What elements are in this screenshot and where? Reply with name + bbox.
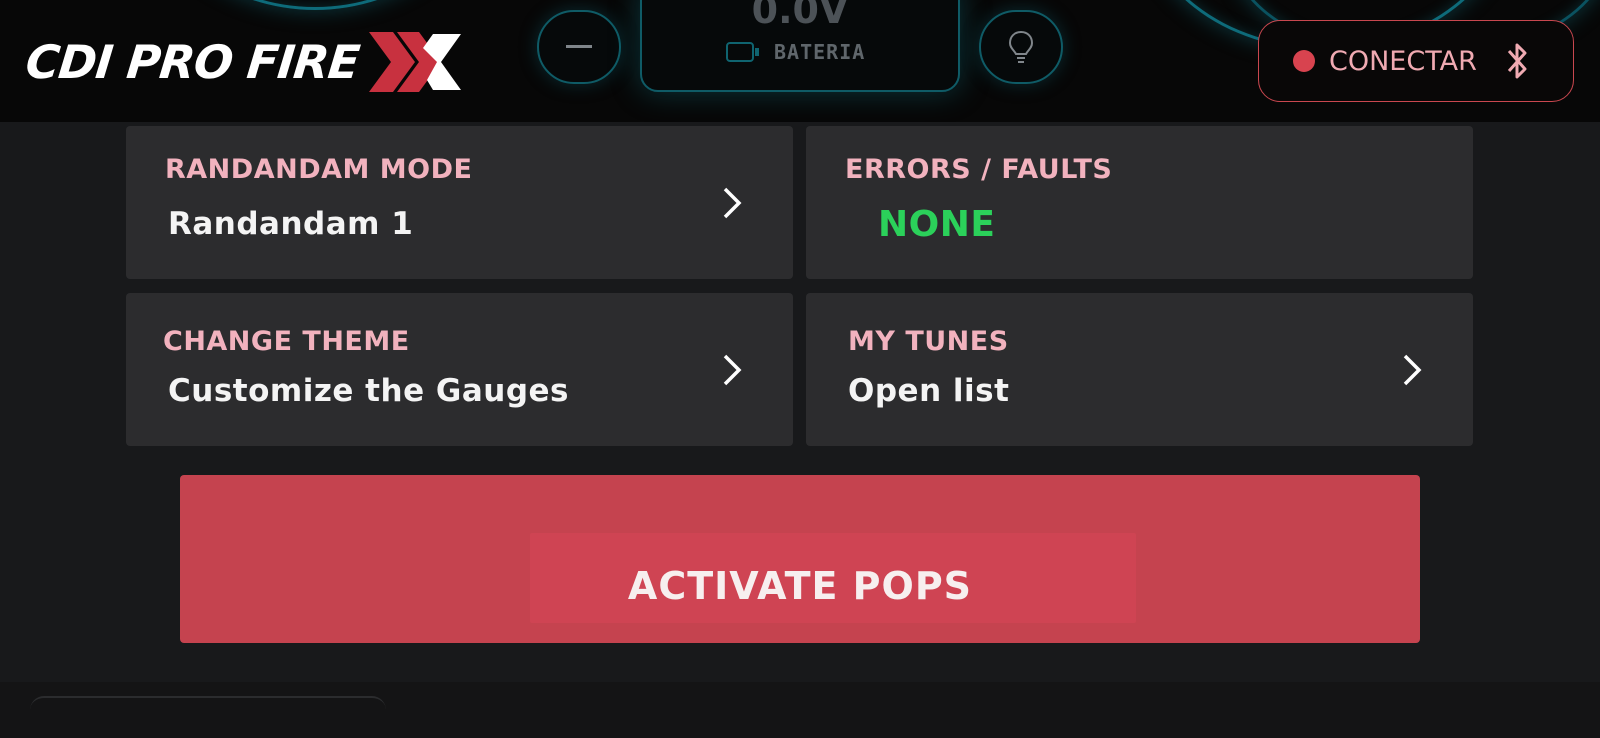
logo-text: CDI PRO FIRE — [23, 35, 362, 89]
change-theme-title: CHANGE THEME — [163, 326, 410, 357]
app-logo: CDI PRO FIRE — [23, 32, 463, 92]
my-tunes-card[interactable]: MY TUNES Open list — [806, 293, 1473, 446]
battery-label-row: BATERIA — [726, 40, 865, 64]
minus-icon — [566, 45, 592, 48]
logo-x-mark-icon — [368, 32, 461, 92]
chevron-right-icon — [1403, 354, 1422, 386]
randandam-mode-card[interactable]: RANDANDAM MODE Randandam 1 — [126, 126, 793, 279]
activate-pops-label: ACTIVATE POPS — [627, 564, 973, 608]
bottom-sheet-handle[interactable] — [30, 696, 386, 726]
top-header: CDI PRO FIRE 0.0V BATERIA CONECTAR — [0, 0, 1600, 122]
randandam-mode-title: RANDANDAM MODE — [165, 154, 473, 185]
bluetooth-icon — [1507, 43, 1527, 79]
connect-label: CONECTAR — [1329, 45, 1477, 77]
errors-faults-card: ERRORS / FAULTS NONE — [806, 126, 1473, 279]
change-theme-card[interactable]: CHANGE THEME Customize the Gauges — [126, 293, 793, 446]
lightbulb-icon — [1008, 30, 1034, 63]
chevron-right-icon — [723, 354, 742, 386]
connect-button[interactable]: CONECTAR — [1258, 20, 1574, 102]
errors-faults-value: NONE — [878, 204, 996, 245]
battery-voltage: 0.0V — [751, 0, 849, 32]
left-gauge-ring — [150, 0, 480, 10]
my-tunes-title: MY TUNES — [848, 326, 1009, 357]
errors-faults-title: ERRORS / FAULTS — [845, 154, 1113, 185]
battery-panel: 0.0V BATERIA — [640, 0, 960, 92]
battery-icon — [726, 42, 759, 62]
battery-label: BATERIA — [774, 40, 866, 64]
randandam-mode-value: Randandam 1 — [168, 206, 414, 242]
chevron-right-icon — [723, 187, 742, 219]
my-tunes-value: Open list — [848, 373, 1010, 409]
minus-button[interactable] — [537, 10, 621, 84]
activate-pops-button[interactable]: ACTIVATE POPS — [180, 475, 1420, 643]
light-button[interactable] — [979, 10, 1063, 84]
change-theme-value: Customize the Gauges — [168, 373, 569, 409]
connection-status-dot — [1293, 50, 1315, 72]
